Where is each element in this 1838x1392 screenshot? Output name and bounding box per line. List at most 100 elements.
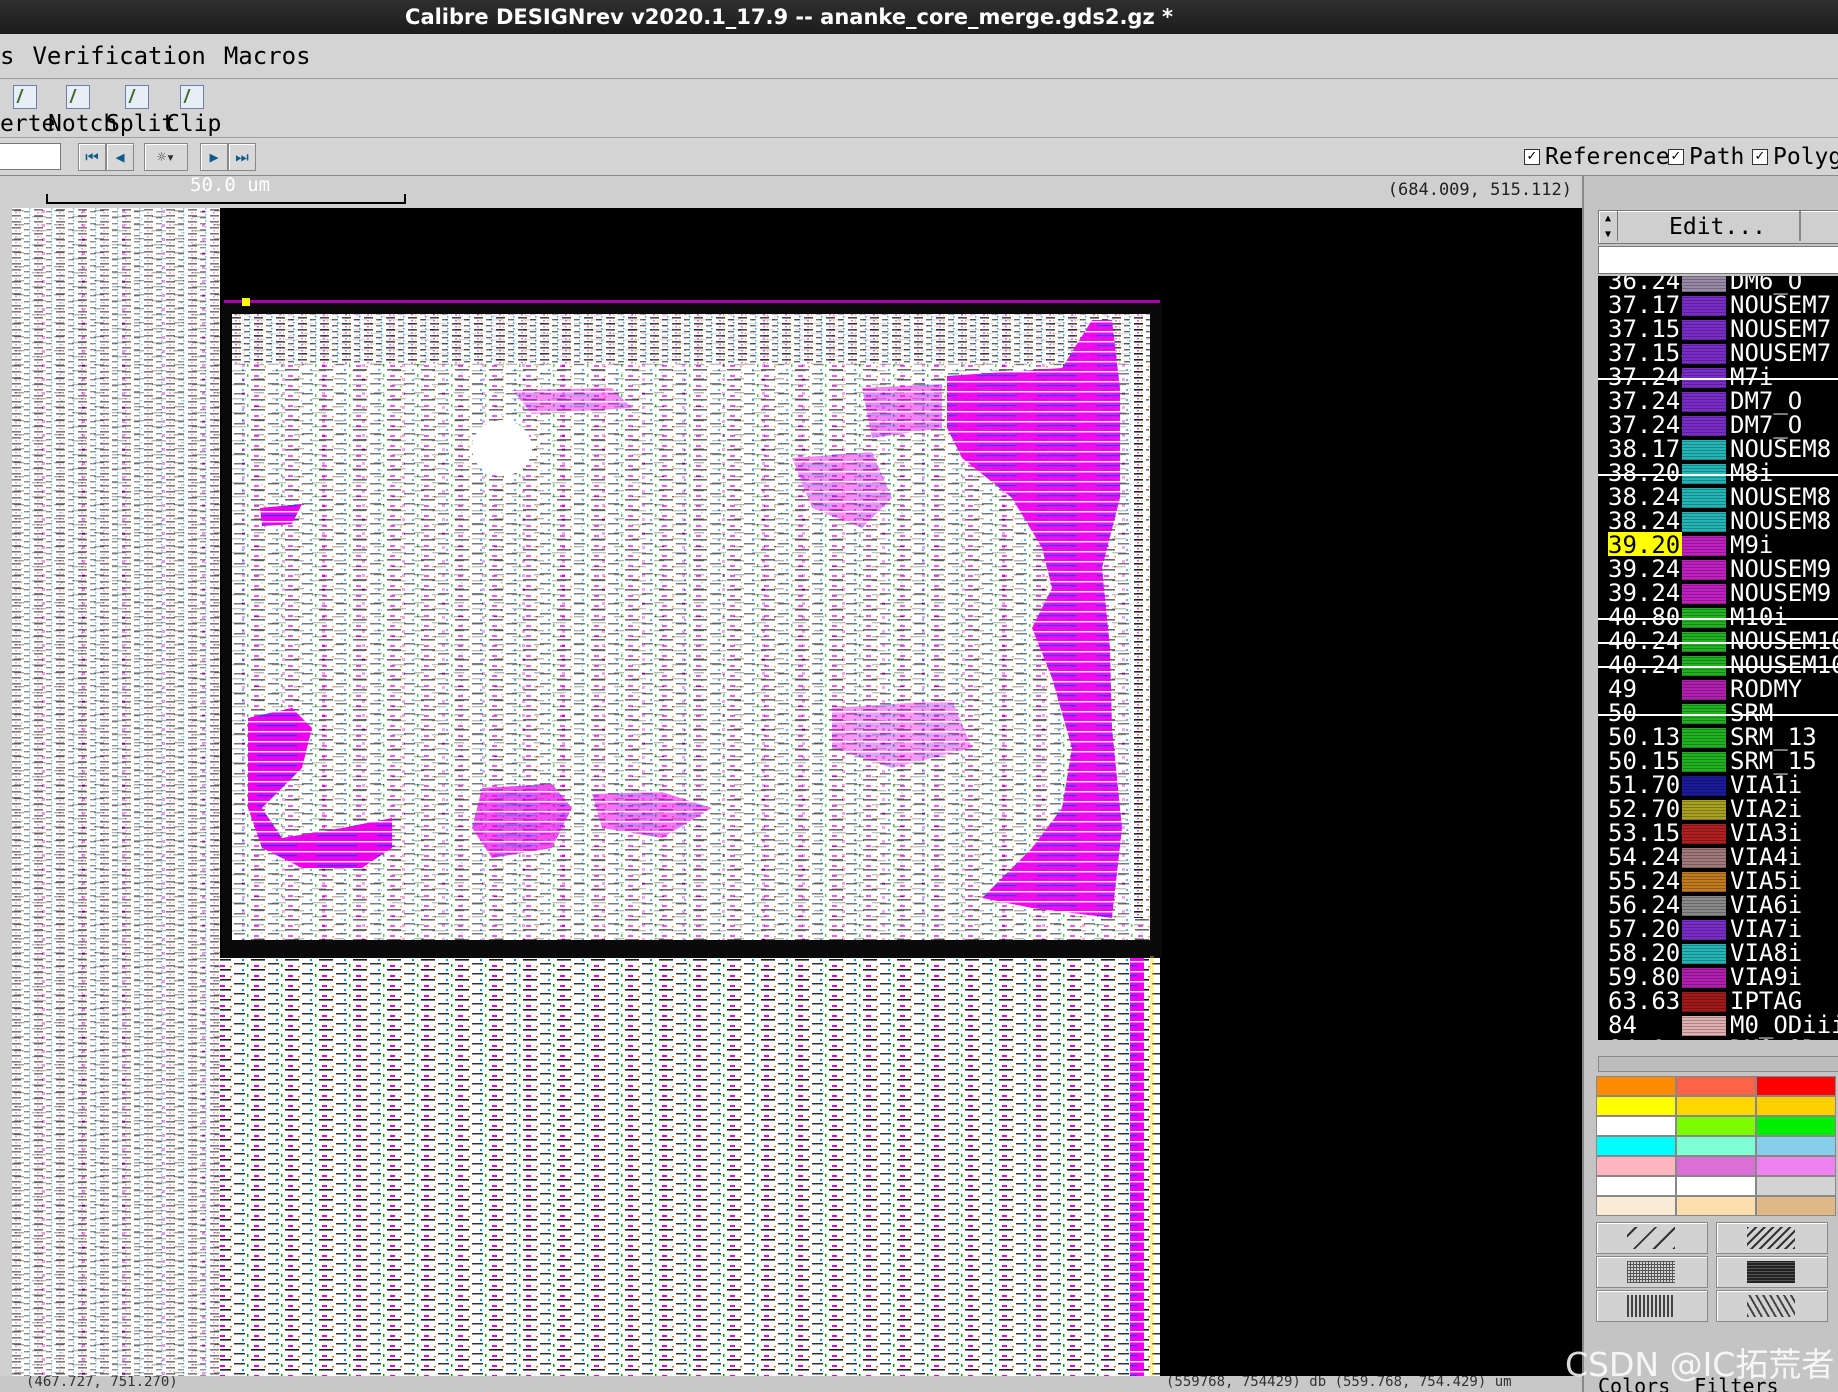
layer-row[interactable]: 50.15 SRM_15	[1598, 748, 1838, 774]
next-button[interactable]: ▶	[200, 143, 228, 171]
tool-split[interactable]: Split	[106, 81, 175, 137]
palette-color-swatch[interactable]	[1676, 1196, 1756, 1216]
menu-item-tools[interactable]: s	[0, 42, 14, 70]
tool-label: Clip	[166, 111, 222, 137]
fill-pattern-button[interactable]	[1596, 1222, 1708, 1254]
layer-number: 50	[1608, 700, 1637, 724]
palette-color-swatch[interactable]	[1676, 1076, 1756, 1096]
layer-row[interactable]: 52.70 VIA2i	[1598, 796, 1838, 822]
layer-swatch[interactable]	[1682, 344, 1726, 364]
layer-swatch[interactable]	[1682, 416, 1726, 436]
layer-swatch[interactable]	[1682, 440, 1726, 460]
layer-swatch[interactable]	[1682, 776, 1726, 796]
palette-color-swatch[interactable]	[1596, 1176, 1676, 1196]
layer-swatch[interactable]	[1682, 824, 1726, 844]
palette-color-swatch[interactable]	[1756, 1076, 1836, 1096]
layer-row[interactable]: 37.158NOUSEM7	[1598, 340, 1838, 366]
layer-row[interactable]: 58.20 VIA8i	[1598, 940, 1838, 966]
tool-notch[interactable]: Notch	[48, 81, 117, 137]
layer-swatch[interactable]	[1682, 512, 1726, 532]
layer-row[interactable]: 51.70 VIA1i	[1598, 772, 1838, 798]
layer-row[interactable]: 56.240VIA6i	[1598, 892, 1838, 918]
layer-list[interactable]: 36.248DM6_O37.17NOUSEM737.157NOUSEM737.1…	[1598, 276, 1838, 1040]
palette-color-swatch[interactable]	[1676, 1156, 1756, 1176]
layer-swatch[interactable]	[1682, 680, 1726, 700]
layer-swatch[interactable]	[1682, 728, 1726, 748]
layer-swatch[interactable]	[1682, 584, 1726, 604]
palette-color-swatch[interactable]	[1756, 1176, 1836, 1196]
palette-color-swatch[interactable]	[1756, 1196, 1836, 1216]
palette-color-swatch[interactable]	[1596, 1136, 1676, 1156]
layer-row[interactable]: 53.150VIA3i	[1598, 820, 1838, 846]
layer-row[interactable]: 55.240VIA5i	[1598, 868, 1838, 894]
layer-swatch[interactable]	[1682, 1016, 1726, 1036]
cell-field[interactable]	[0, 143, 61, 170]
palette-color-swatch[interactable]	[1756, 1136, 1836, 1156]
layer-swatch[interactable]	[1682, 848, 1726, 868]
layer-swatch[interactable]	[1682, 536, 1726, 556]
palette-color-swatch[interactable]	[1756, 1116, 1836, 1136]
layer-swatch[interactable]	[1682, 392, 1726, 412]
dropdown-icon[interactable]: ▲ ▼	[1599, 211, 1618, 241]
layer-swatch[interactable]	[1682, 560, 1726, 580]
layer-swatch[interactable]	[1682, 276, 1726, 292]
palette-color-swatch[interactable]	[1596, 1096, 1676, 1116]
layout-canvas[interactable]: 50.0 um (684.009, 515.112)	[0, 176, 1582, 1376]
layer-swatch[interactable]	[1682, 752, 1726, 772]
fill-pattern-button[interactable]	[1716, 1290, 1828, 1322]
layer-row[interactable]: 38.17 NOUSEM8	[1598, 436, 1838, 462]
palette-color-swatch[interactable]	[1596, 1076, 1676, 1096]
palette-color-swatch[interactable]	[1676, 1096, 1756, 1116]
last-button[interactable]: ⏭	[228, 143, 256, 171]
layer-swatch[interactable]	[1682, 944, 1726, 964]
palette-color-swatch[interactable]	[1756, 1096, 1836, 1116]
layer-row[interactable]: 37.247DM7_O	[1598, 388, 1838, 414]
layer-filter-input[interactable]	[1598, 246, 1838, 274]
layer-row[interactable]: 40.248NOUSEM10	[1598, 652, 1838, 678]
palette-color-swatch[interactable]	[1676, 1116, 1756, 1136]
layer-row[interactable]: 54.240VIA4i	[1598, 844, 1838, 870]
layer-row[interactable]: 37.246M7i	[1598, 364, 1838, 390]
menu-item-verification[interactable]: Verification	[32, 42, 205, 70]
palette-color-swatch[interactable]	[1676, 1176, 1756, 1196]
layer-swatch[interactable]	[1682, 488, 1726, 508]
layer-list-scrollbar[interactable]	[1598, 1056, 1838, 1072]
layout-view[interactable]	[12, 208, 1582, 1376]
layer-swatch[interactable]	[1682, 992, 1726, 1012]
tool-label: Split	[106, 111, 176, 137]
palette-color-swatch[interactable]	[1756, 1156, 1836, 1176]
polygon-checkbox[interactable]: ✓ Polyg	[1752, 144, 1838, 170]
layer-row[interactable]: 39.248NOUSEM9	[1598, 580, 1838, 606]
first-button[interactable]: ⏮	[78, 143, 106, 171]
reference-checkbox[interactable]: ✓ Reference	[1524, 144, 1670, 170]
menu-item-macros[interactable]: Macros	[224, 42, 311, 70]
layer-swatch[interactable]	[1682, 920, 1726, 940]
tool-vertex[interactable]: erte	[0, 81, 55, 137]
tool-clip[interactable]: Clip	[166, 81, 222, 137]
layer-swatch[interactable]	[1682, 800, 1726, 820]
path-checkbox[interactable]: ✓ Path	[1668, 144, 1744, 170]
layer-edit-button[interactable]: ▲ ▼ Edit...	[1598, 210, 1838, 244]
layer-row[interactable]: 57.20 VIA7i	[1598, 916, 1838, 942]
layer-row[interactable]: 84.1 DM0_OD	[1598, 1036, 1838, 1040]
layer-row[interactable]: 59.80 VIA9i	[1598, 964, 1838, 990]
layer-row[interactable]: 49 RODMY	[1598, 676, 1838, 702]
fill-pattern-button[interactable]	[1596, 1290, 1708, 1322]
layer-swatch[interactable]	[1682, 320, 1726, 340]
fill-pattern-button[interactable]	[1716, 1256, 1828, 1288]
layer-number: 39.247	[1608, 556, 1682, 580]
palette-color-swatch[interactable]	[1676, 1136, 1756, 1156]
palette-color-swatch[interactable]	[1596, 1116, 1676, 1136]
fill-pattern-button[interactable]	[1596, 1256, 1708, 1288]
previous-button[interactable]: ◀	[106, 143, 134, 171]
layer-swatch[interactable]	[1682, 872, 1726, 892]
layer-swatch[interactable]	[1682, 968, 1726, 988]
fill-pattern-button[interactable]	[1716, 1222, 1828, 1254]
palette-color-swatch[interactable]	[1596, 1196, 1676, 1216]
layer-row[interactable]: 38.248NOUSEM8	[1598, 508, 1838, 534]
layer-hidden-strike	[1598, 378, 1838, 380]
palette-color-swatch[interactable]	[1596, 1156, 1676, 1176]
options-button[interactable]: ☼▾	[144, 143, 188, 171]
layer-swatch[interactable]	[1682, 296, 1726, 316]
layer-swatch[interactable]	[1682, 896, 1726, 916]
